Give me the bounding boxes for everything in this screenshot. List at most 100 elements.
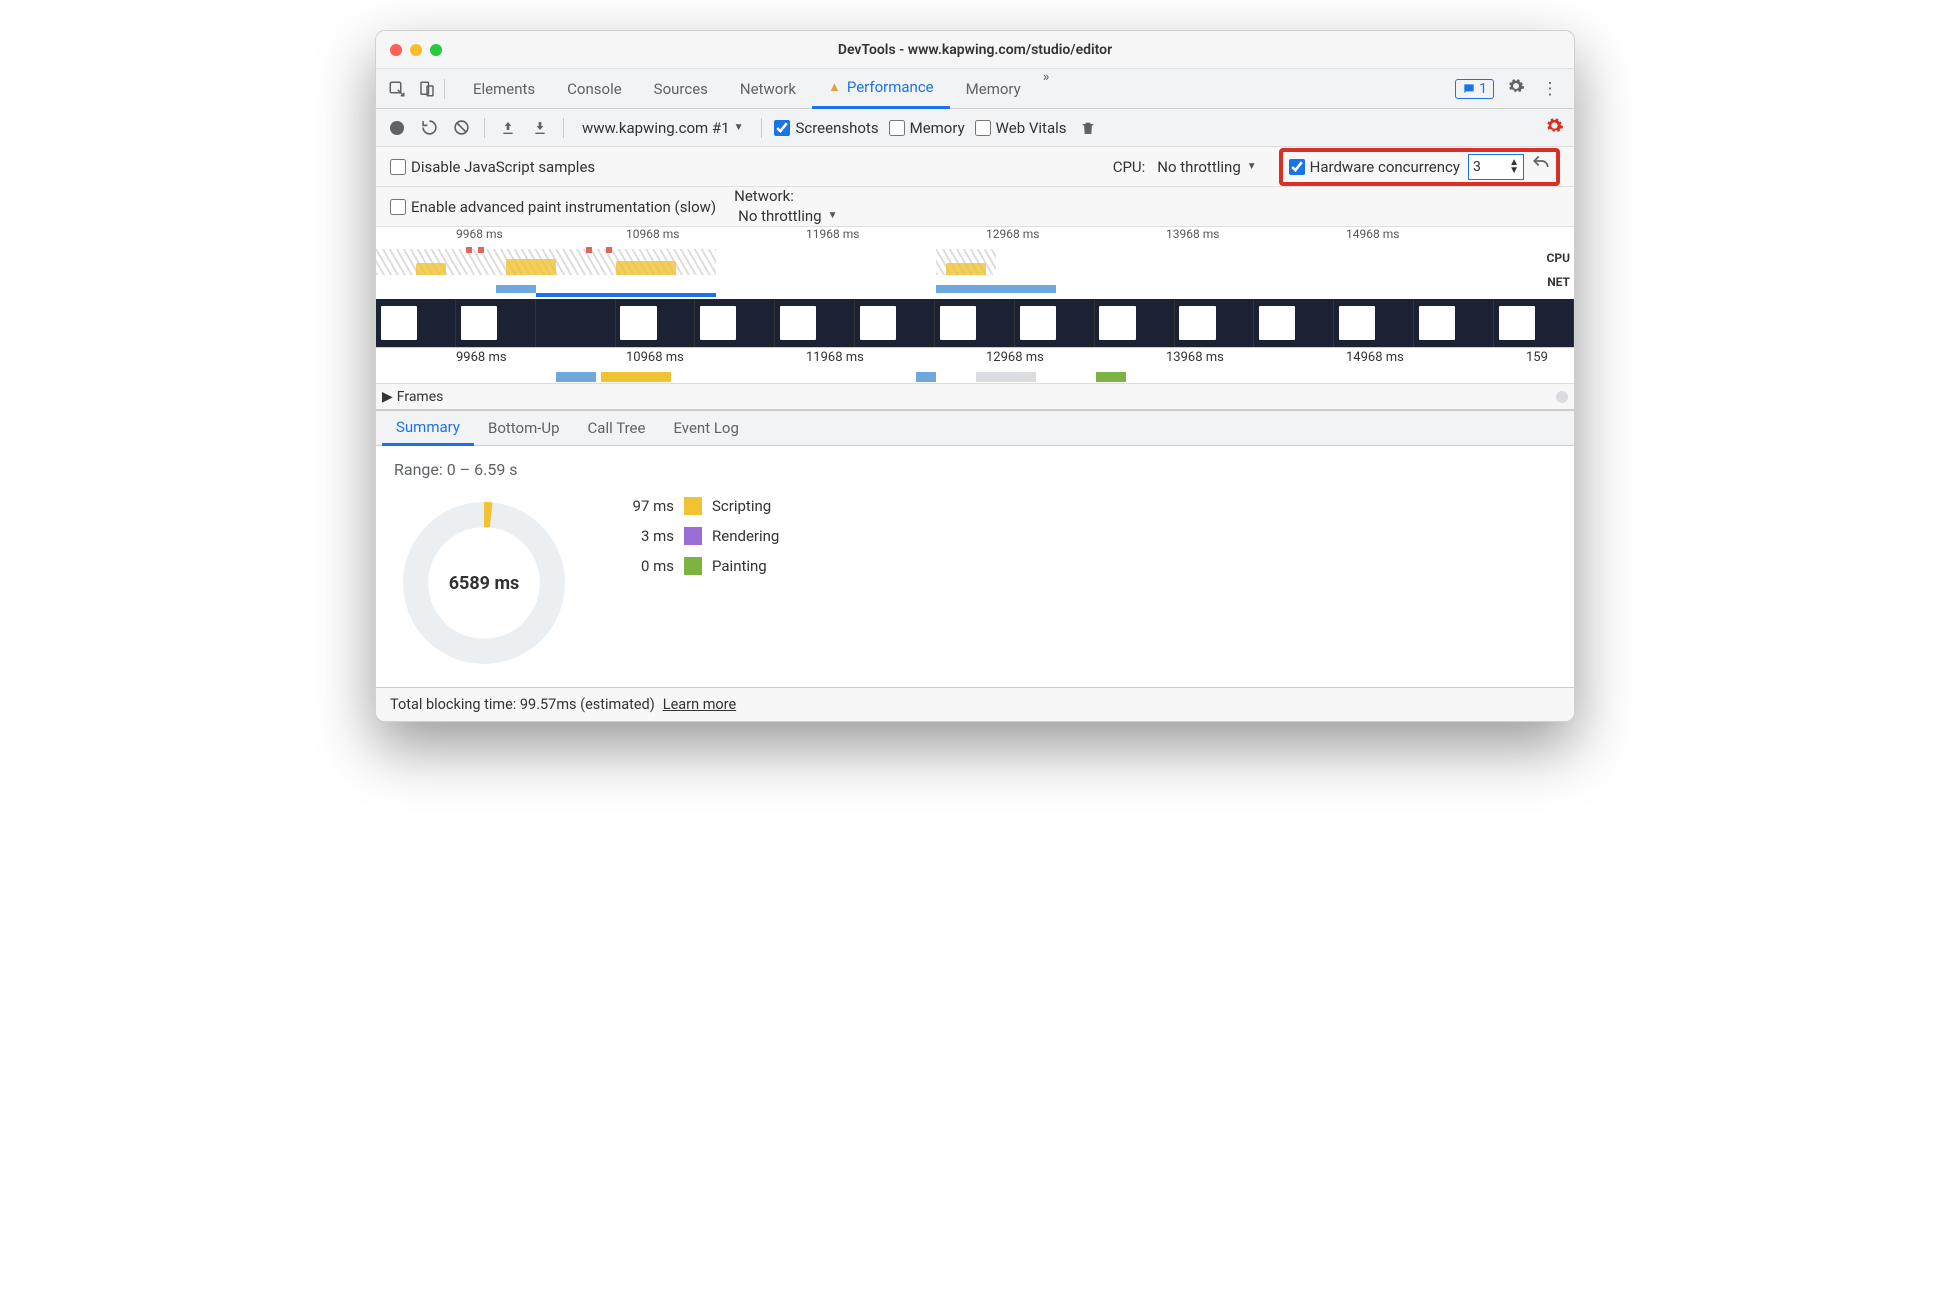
more-tabs-button[interactable]: » — [1037, 69, 1056, 109]
filmstrip-frame[interactable] — [376, 299, 456, 347]
legend-item-rendering: 3 ms Rendering — [614, 527, 779, 545]
summary-content: 6589 ms 97 ms Scripting 3 ms Rendering 0… — [394, 493, 1556, 673]
filmstrip-frame[interactable] — [1015, 299, 1095, 347]
chevron-down-icon: ▼ — [1247, 161, 1257, 172]
devtools-window: DevTools - www.kapwing.com/studio/editor… — [375, 30, 1575, 722]
record-button[interactable] — [386, 117, 408, 139]
learn-more-link[interactable]: Learn more — [663, 696, 736, 713]
inspect-icon[interactable] — [382, 74, 412, 104]
divider — [761, 118, 762, 138]
tab-bottom-up[interactable]: Bottom-Up — [474, 410, 574, 446]
disclosure-triangle-icon[interactable]: ▶ — [382, 389, 393, 405]
net-lane-label: NET — [1547, 275, 1570, 289]
frames-section-header[interactable]: ▶ Frames — [376, 384, 1574, 410]
ruler-tick: 9968 ms — [456, 227, 503, 241]
cpu-throttle-select[interactable]: No throttling ▼ — [1153, 156, 1260, 178]
collect-garbage-button[interactable] — [1077, 117, 1099, 139]
screenshots-checkbox[interactable] — [774, 120, 790, 136]
capture-options-row-2: Enable advanced paint instrumentation (s… — [376, 187, 1574, 227]
tab-network[interactable]: Network — [724, 69, 812, 109]
selection-range[interactable] — [536, 293, 716, 297]
filmstrip-frame[interactable] — [935, 299, 1015, 347]
panel-tabs: Elements Console Sources Network ▲Perfor… — [457, 69, 1455, 109]
overview-lanes[interactable]: CPU NET — [376, 245, 1574, 299]
hw-concurrency-checkbox[interactable] — [1289, 159, 1305, 175]
ruler-tick: 10968 ms — [626, 227, 679, 241]
filmstrip-frame[interactable] — [695, 299, 775, 347]
hardware-concurrency-toggle[interactable]: Hardware concurrency — [1289, 158, 1460, 176]
stepper-icon[interactable]: ▲▼ — [1509, 159, 1519, 175]
disable-js-checkbox[interactable] — [390, 159, 406, 175]
tab-console[interactable]: Console — [551, 69, 638, 109]
paint-checkbox[interactable] — [390, 199, 406, 215]
cpu-throttle-group: CPU: No throttling ▼ — [1113, 156, 1261, 178]
filmstrip-frame[interactable] — [536, 299, 616, 347]
filmstrip-frame[interactable] — [855, 299, 935, 347]
legend-swatch — [684, 527, 702, 545]
tab-performance[interactable]: ▲Performance — [812, 69, 950, 109]
tab-memory[interactable]: Memory — [950, 69, 1037, 109]
device-toggle-icon[interactable] — [412, 74, 442, 104]
scrollbar-thumb[interactable] — [1556, 391, 1568, 403]
disable-js-samples-toggle[interactable]: Disable JavaScript samples — [390, 158, 595, 176]
messages-badge[interactable]: 1 — [1455, 79, 1494, 99]
memory-toggle[interactable]: Memory — [889, 119, 965, 137]
webvitals-toggle[interactable]: Web Vitals — [975, 119, 1067, 137]
tab-elements[interactable]: Elements — [457, 69, 551, 109]
kebab-menu-icon[interactable]: ⋮ — [1538, 79, 1562, 99]
hw-concurrency-input[interactable]: 3 ▲▼ — [1468, 154, 1524, 180]
filmstrip-frame[interactable] — [1254, 299, 1334, 347]
titlebar: DevTools - www.kapwing.com/studio/editor — [376, 31, 1574, 69]
legend-item-painting: 0 ms Painting — [614, 557, 779, 575]
ruler-tick: 10968 ms — [626, 350, 684, 365]
clear-button[interactable] — [450, 117, 472, 139]
detail-ruler: 9968 ms 10968 ms 11968 ms 12968 ms 13968… — [376, 348, 1574, 370]
summary-range: Range: 0 – 6.59 s — [394, 460, 1556, 479]
tab-summary[interactable]: Summary — [382, 410, 474, 446]
filmstrip-frame[interactable] — [1414, 299, 1494, 347]
ruler-tick: 12968 ms — [986, 350, 1044, 365]
network-value: No throttling — [738, 207, 821, 225]
filmstrip-frame[interactable] — [1494, 299, 1574, 347]
tab-event-log[interactable]: Event Log — [659, 410, 752, 446]
timeline-overview[interactable]: 9968 ms 10968 ms 11968 ms 12968 ms 13968… — [376, 227, 1574, 348]
webvitals-label: Web Vitals — [996, 119, 1067, 137]
filmstrip-frame[interactable] — [1095, 299, 1175, 347]
screenshots-toggle[interactable]: Screenshots — [774, 119, 878, 137]
disable-js-label: Disable JavaScript samples — [411, 158, 595, 176]
filmstrip-frame[interactable] — [775, 299, 855, 347]
tab-label: Network — [740, 80, 796, 98]
reload-record-button[interactable] — [418, 117, 440, 139]
settings-icon[interactable] — [1504, 77, 1528, 100]
chevron-down-icon: ▼ — [828, 210, 838, 221]
tab-sources[interactable]: Sources — [638, 69, 724, 109]
tab-call-tree[interactable]: Call Tree — [574, 410, 660, 446]
load-profile-button[interactable] — [497, 117, 519, 139]
filmstrip-frame[interactable] — [616, 299, 696, 347]
cpu-script-blob — [506, 259, 556, 275]
page-selector[interactable]: www.kapwing.com #1 ▼ — [576, 119, 749, 137]
filmstrip-frame[interactable] — [1175, 299, 1255, 347]
tab-label: Performance — [847, 78, 934, 96]
detail-track[interactable] — [376, 370, 1574, 384]
track-segment — [601, 372, 671, 382]
save-profile-button[interactable] — [529, 117, 551, 139]
paint-instrumentation-toggle[interactable]: Enable advanced paint instrumentation (s… — [390, 198, 716, 216]
long-task-marker — [586, 247, 592, 253]
filmstrip-frame[interactable] — [456, 299, 536, 347]
network-throttle-select[interactable]: No throttling ▼ — [734, 205, 841, 227]
capture-settings-icon[interactable] — [1545, 116, 1564, 140]
hw-reset-button[interactable] — [1532, 155, 1550, 178]
summary-donut-chart: 6589 ms — [394, 493, 574, 673]
capture-options-row-1: Disable JavaScript samples CPU: No throt… — [376, 147, 1574, 187]
legend-value: 3 ms — [614, 527, 674, 545]
long-task-marker — [466, 247, 472, 253]
filmstrip-frame[interactable] — [1334, 299, 1414, 347]
ruler-tick: 11968 ms — [806, 350, 864, 365]
paint-label: Enable advanced paint instrumentation (s… — [411, 198, 716, 216]
ruler-tick: 159 — [1526, 350, 1548, 365]
screenshot-filmstrip[interactable] — [376, 299, 1574, 347]
memory-checkbox[interactable] — [889, 120, 905, 136]
divider — [444, 79, 445, 99]
webvitals-checkbox[interactable] — [975, 120, 991, 136]
